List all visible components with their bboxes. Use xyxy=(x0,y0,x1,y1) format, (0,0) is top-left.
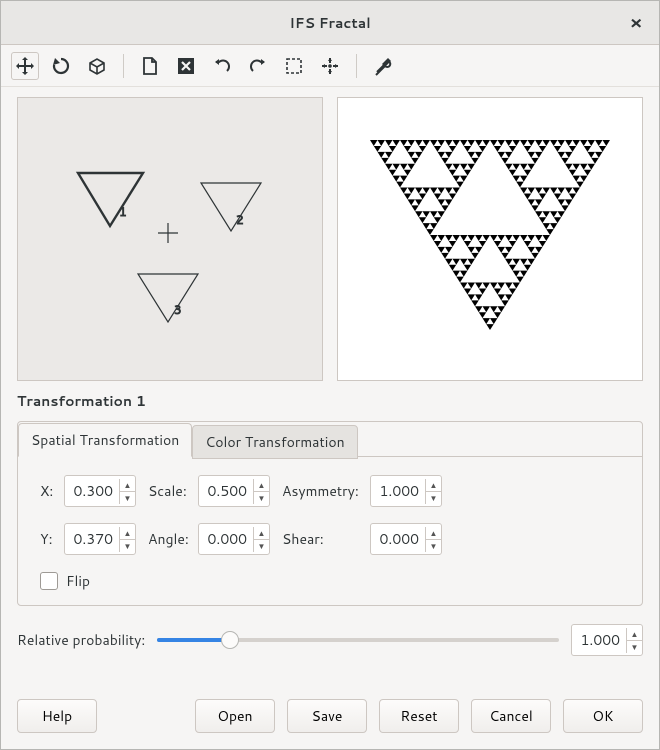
scale-spinbox[interactable]: 0.500▲▼ xyxy=(198,475,270,507)
delete-tool[interactable] xyxy=(172,52,200,80)
spin-up-icon[interactable]: ▲ xyxy=(120,527,135,540)
center-tool[interactable] xyxy=(316,52,344,80)
y-spinbox[interactable]: 0.370▲▼ xyxy=(64,523,136,555)
toolbar-separator xyxy=(356,54,357,78)
reset-button[interactable]: Reset xyxy=(379,699,459,733)
delete-icon xyxy=(176,56,196,76)
spin-down-icon[interactable]: ▼ xyxy=(627,641,642,653)
svg-text:3: 3 xyxy=(174,301,182,318)
spin-up-icon[interactable]: ▲ xyxy=(426,479,441,492)
close-icon[interactable]: × xyxy=(625,11,647,33)
preview-canvas xyxy=(337,97,643,381)
spin-up-icon[interactable]: ▲ xyxy=(627,628,642,641)
open-button[interactable]: Open xyxy=(195,699,275,733)
tab-color[interactable]: Color Transformation xyxy=(192,425,357,459)
probability-label: Relative probability: xyxy=(17,630,145,650)
undo-icon xyxy=(212,56,232,76)
spin-down-icon[interactable]: ▼ xyxy=(426,492,441,504)
spin-down-icon[interactable]: ▼ xyxy=(120,540,135,552)
flip-checkbox[interactable] xyxy=(40,572,58,590)
shear-spinbox[interactable]: 0.000▲▼ xyxy=(370,523,442,555)
titlebar: IFS Fractal × xyxy=(1,1,659,45)
asymmetry-label: Asymmetry: xyxy=(282,481,364,501)
select-all-tool[interactable] xyxy=(280,52,308,80)
spin-down-icon[interactable]: ▼ xyxy=(254,492,269,504)
section-title: Transformation 1 xyxy=(17,391,643,411)
spin-up-icon[interactable]: ▲ xyxy=(254,479,269,492)
save-button[interactable]: Save xyxy=(287,699,367,733)
canvas-row: 1 2 3 xyxy=(17,97,643,381)
tab-spatial[interactable]: Spatial Transformation xyxy=(18,423,192,457)
svg-text:1: 1 xyxy=(119,203,127,220)
flip-label: Flip xyxy=(66,571,90,591)
select-all-icon xyxy=(284,56,304,76)
angle-spinbox[interactable]: 0.000▲▼ xyxy=(198,523,270,555)
help-button[interactable]: Help xyxy=(17,699,97,733)
settings-tool[interactable] xyxy=(369,52,397,80)
ok-button[interactable]: OK xyxy=(563,699,643,733)
move-tool[interactable] xyxy=(11,52,39,80)
tools-icon xyxy=(373,56,393,76)
button-bar: Help Open Save Reset Cancel OK xyxy=(1,685,659,749)
rotate-tool[interactable] xyxy=(47,52,75,80)
spin-up-icon[interactable]: ▲ xyxy=(120,479,135,492)
spin-up-icon[interactable]: ▲ xyxy=(426,527,441,540)
tab-bar: Spatial Transformation Color Transformat… xyxy=(18,422,642,456)
move-icon xyxy=(15,56,35,76)
asymmetry-spinbox[interactable]: 1.000▲▼ xyxy=(370,475,442,507)
fractal-preview xyxy=(360,130,620,350)
cube-icon xyxy=(87,56,107,76)
spin-down-icon[interactable]: ▼ xyxy=(120,492,135,504)
x-label: X: xyxy=(40,481,58,501)
undo-tool[interactable] xyxy=(208,52,236,80)
scale-label: Scale: xyxy=(148,481,192,501)
center-icon xyxy=(320,56,340,76)
new-tool[interactable] xyxy=(136,52,164,80)
probability-slider[interactable] xyxy=(157,629,559,651)
x-spinbox[interactable]: 0.300▲▼ xyxy=(64,475,136,507)
spin-down-icon[interactable]: ▼ xyxy=(254,540,269,552)
probability-spinbox[interactable]: 1.000▲▼ xyxy=(571,624,643,656)
new-file-icon xyxy=(141,56,159,76)
edit-canvas[interactable]: 1 2 3 xyxy=(17,97,323,381)
angle-label: Angle: xyxy=(148,529,192,549)
content-area: 1 2 3 Transformation 1 Spatial Trans xyxy=(1,87,659,685)
shear-label: Shear: xyxy=(282,529,364,549)
svg-text:2: 2 xyxy=(236,211,244,228)
y-label: Y: xyxy=(40,529,58,549)
stretch-tool[interactable] xyxy=(83,52,111,80)
toolbar xyxy=(1,45,659,87)
spatial-panel: X: 0.300▲▼ Scale: 0.500▲▼ Asymmetry: 1.0… xyxy=(18,456,642,605)
ifs-fractal-window: IFS Fractal × xyxy=(0,0,660,750)
spin-up-icon[interactable]: ▲ xyxy=(254,527,269,540)
spin-down-icon[interactable]: ▼ xyxy=(426,540,441,552)
window-title: IFS Fractal xyxy=(289,13,370,33)
tabs: Spatial Transformation Color Transformat… xyxy=(17,421,643,606)
cancel-button[interactable]: Cancel xyxy=(471,699,551,733)
probability-row: Relative probability: 1.000▲▼ xyxy=(17,624,643,656)
redo-icon xyxy=(248,56,268,76)
rotate-icon xyxy=(51,56,71,76)
redo-tool[interactable] xyxy=(244,52,272,80)
toolbar-separator xyxy=(123,54,124,78)
